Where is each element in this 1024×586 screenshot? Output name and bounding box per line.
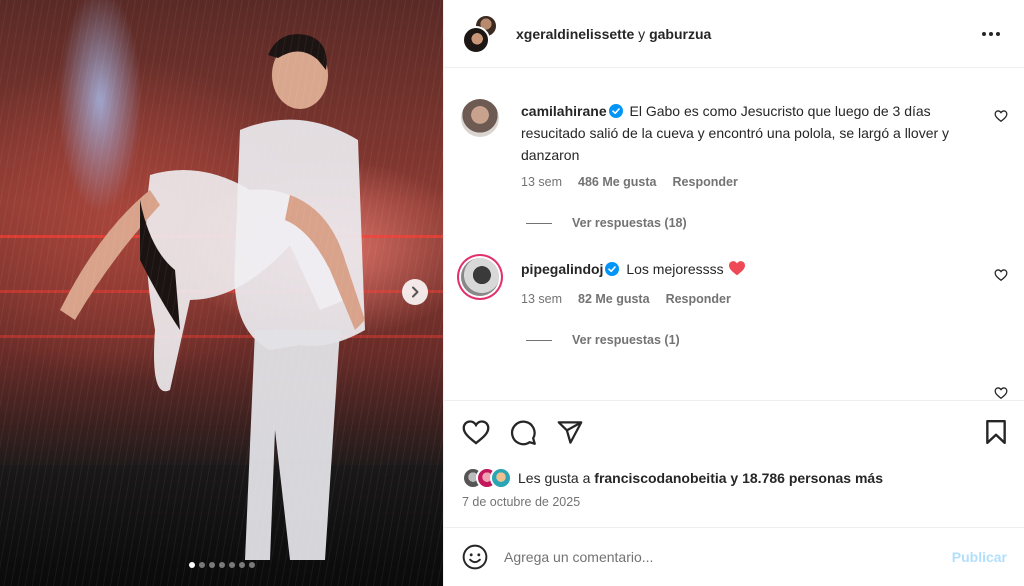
carousel-dot xyxy=(208,562,215,568)
comment-username[interactable]: pipegalindoj xyxy=(521,261,603,277)
likes-count[interactable]: y 18.786 personas más xyxy=(727,470,883,486)
likes-prefix: Les gusta a xyxy=(518,470,595,486)
comment-meta: 13 sem 486 Me gusta Responder xyxy=(521,175,738,189)
author-connector: y xyxy=(634,25,650,42)
avatar[interactable] xyxy=(490,467,512,489)
comment-like-heart-icon[interactable] xyxy=(994,109,1008,123)
post-date[interactable]: 7 de octubre de 2025 xyxy=(462,495,580,509)
comment-meta: 13 sem 82 Me gusta Responder xyxy=(521,292,731,306)
reply-button[interactable]: Responder xyxy=(673,175,738,189)
comment-likes-count[interactable]: 486 Me gusta xyxy=(578,175,657,189)
carousel-dots xyxy=(0,562,443,568)
save-icon[interactable] xyxy=(985,419,1007,445)
comment-input[interactable] xyxy=(504,549,952,565)
carousel-dot xyxy=(228,562,235,568)
post-actions: Les gusta a franciscodanobeitia y 18.786… xyxy=(444,400,1024,527)
heart-emoji-icon xyxy=(728,261,745,276)
verified-badge-icon xyxy=(608,104,623,118)
replies-divider xyxy=(526,339,552,341)
carousel-dot xyxy=(218,562,225,568)
comment-content: Los mejoressss xyxy=(626,261,728,277)
more-options-icon xyxy=(982,31,1000,36)
view-replies-button[interactable]: Ver respuestas (1) xyxy=(526,333,680,347)
comment-text: pipegalindoj Los mejoressss xyxy=(521,258,981,280)
view-replies-button[interactable]: Ver respuestas (18) xyxy=(526,216,687,230)
emoji-icon[interactable] xyxy=(462,544,488,570)
view-replies-label: Ver respuestas (18) xyxy=(572,216,687,230)
post-authors: xgeraldinelissette y gaburzua xyxy=(516,26,976,42)
comment-time[interactable]: 13 sem xyxy=(521,292,562,306)
comment-like-heart-icon[interactable] xyxy=(994,268,1008,282)
publish-button[interactable]: Publicar xyxy=(952,549,1007,565)
more-options-button[interactable] xyxy=(976,19,1006,49)
post-header: xgeraldinelissette y gaburzua xyxy=(444,0,1024,68)
comment-icon[interactable] xyxy=(510,419,537,446)
carousel-dot xyxy=(248,562,255,568)
avatar[interactable] xyxy=(461,258,499,296)
post-media xyxy=(0,0,443,586)
comment-username[interactable]: camilahirane xyxy=(521,103,607,119)
verified-badge-icon xyxy=(605,262,620,276)
comment-likes-count[interactable]: 82 Me gusta xyxy=(578,292,650,306)
author-username[interactable]: gaburzua xyxy=(649,26,711,42)
likes-username[interactable]: franciscodanobeitia xyxy=(594,470,726,486)
reply-button[interactable]: Responder xyxy=(666,292,731,306)
comment-composer: Publicar xyxy=(444,527,1024,586)
carousel-next-button[interactable] xyxy=(402,279,428,305)
view-replies-label: Ver respuestas (1) xyxy=(572,333,680,347)
comments-list[interactable]: camilahirane El Gabo es como Jesucristo … xyxy=(444,69,1024,400)
comment-text: camilahirane El Gabo es como Jesucristo … xyxy=(521,100,981,166)
comment-time[interactable]: 13 sem xyxy=(521,175,562,189)
author-username[interactable]: xgeraldinelissette xyxy=(516,26,634,42)
carousel-dot xyxy=(198,562,205,568)
carousel-dot xyxy=(238,562,245,568)
likes-summary: Les gusta a franciscodanobeitia y 18.786… xyxy=(462,467,883,489)
replies-divider xyxy=(526,222,552,224)
chevron-right-icon xyxy=(412,286,419,298)
comment-like-heart-icon[interactable] xyxy=(994,386,1008,400)
likes-text: Les gusta a franciscodanobeitia y 18.786… xyxy=(518,470,883,486)
avatar[interactable] xyxy=(462,25,490,54)
author-avatars[interactable] xyxy=(460,13,502,54)
carousel-dot xyxy=(188,562,195,568)
like-heart-icon[interactable] xyxy=(462,419,490,445)
avatar[interactable] xyxy=(461,99,499,137)
post-details-panel: xgeraldinelissette y gaburzua camilahira… xyxy=(443,0,1024,586)
share-icon[interactable] xyxy=(556,419,584,446)
